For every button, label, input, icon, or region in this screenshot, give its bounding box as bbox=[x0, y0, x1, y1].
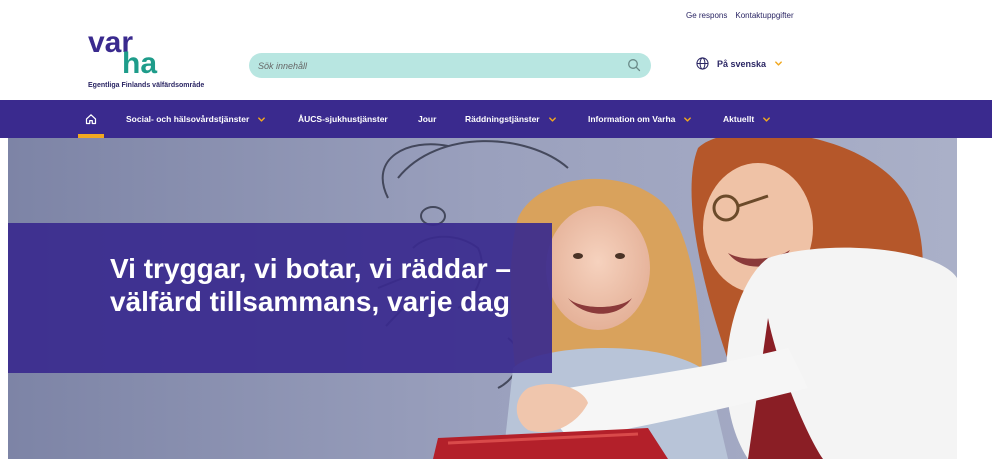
chevron-down-icon bbox=[548, 116, 556, 122]
search-icon[interactable] bbox=[627, 58, 641, 72]
nav-item-emergency[interactable]: Jour bbox=[418, 100, 436, 138]
nav-item-social-health[interactable]: Social- och hälsovårdstjänster bbox=[126, 100, 266, 138]
search-bar bbox=[249, 53, 651, 78]
language-selector[interactable]: På svenska bbox=[696, 57, 783, 70]
chevron-down-icon bbox=[258, 116, 266, 122]
search-input[interactable] bbox=[258, 58, 608, 73]
nav-item-news[interactable]: Aktuellt bbox=[723, 100, 771, 138]
hero-title: Vi tryggar, vi botar, vi räddar – välfär… bbox=[110, 253, 511, 317]
home-icon bbox=[85, 114, 97, 125]
nav-item-label: Jour bbox=[418, 114, 437, 124]
nav-item-rescue[interactable]: Räddningstjänster bbox=[465, 100, 557, 138]
globe-icon bbox=[696, 57, 709, 70]
nav-home[interactable] bbox=[78, 100, 104, 138]
nav-item-label: Social- och hälsovårdstjänster bbox=[126, 114, 250, 124]
feedback-link[interactable]: Ge respons bbox=[686, 11, 727, 20]
main-navigation: Social- och hälsovårdstjänster ÅUCS-sjuk… bbox=[0, 100, 992, 138]
nav-item-label: ÅUCS-sjukhustjänster bbox=[298, 114, 388, 124]
nav-item-label: Räddningstjänster bbox=[465, 114, 540, 124]
nav-item-label: Information om Varha bbox=[588, 114, 676, 124]
nav-item-about[interactable]: Information om Varha bbox=[588, 100, 692, 138]
chevron-down-icon bbox=[763, 116, 771, 122]
chevron-down-icon bbox=[775, 61, 782, 66]
contact-link[interactable]: Kontaktuppgifter bbox=[735, 11, 793, 20]
logo-mark: var ha bbox=[88, 28, 157, 78]
top-links: Ge respons Kontaktuppgifter bbox=[686, 11, 794, 20]
language-label: På svenska bbox=[717, 58, 767, 69]
logo-tagline: Egentliga Finlands välfärdsområde bbox=[88, 82, 205, 89]
hero-title-box: Vi tryggar, vi botar, vi räddar – välfär… bbox=[8, 223, 552, 373]
logo-word-bottom: ha bbox=[122, 47, 157, 78]
varha-logo[interactable]: var ha Egentliga Finlands välfärdsområde bbox=[88, 28, 228, 90]
chevron-down-icon bbox=[684, 116, 692, 122]
nav-item-label: Aktuellt bbox=[723, 114, 755, 124]
nav-item-hospital[interactable]: ÅUCS-sjukhustjänster bbox=[298, 100, 388, 138]
